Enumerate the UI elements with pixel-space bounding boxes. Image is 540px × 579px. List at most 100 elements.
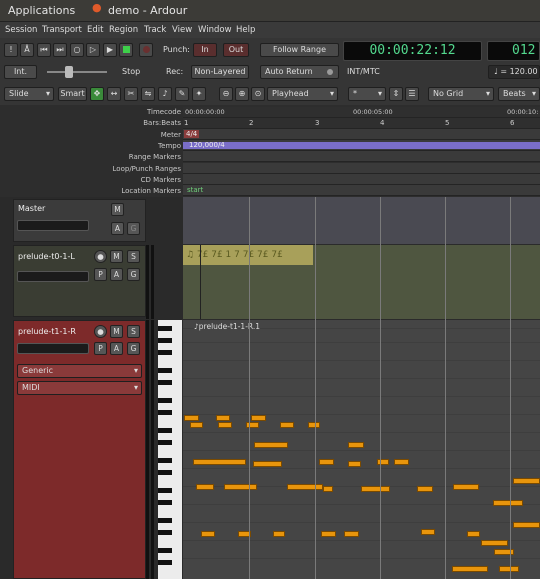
meter-ruler[interactable]: 4/4 [183,129,540,140]
start-marker[interactable]: start [187,186,203,194]
range-markers-ruler[interactable] [183,151,540,162]
bar-tick-1: 1 [184,119,189,127]
master-track-header[interactable]: Master M A G [13,199,146,242]
timecode-ruler[interactable]: 00:00:00:00 00:00:05:00 00:00:10: [183,107,540,118]
smart-mode-button[interactable]: Smart [58,87,87,101]
track-1-rec-button[interactable]: ● [94,250,107,263]
track-2-rec-button[interactable]: ● [94,325,107,338]
track-1-solo-button[interactable]: S [127,250,140,263]
applications-menu[interactable]: Applications [8,4,75,17]
location-markers-ruler[interactable]: start [183,185,540,196]
secondary-clock[interactable]: 012 [487,41,540,61]
track-2-mute-button[interactable]: M [110,325,123,338]
track-2-name[interactable]: prelude-t1-1-R [18,327,76,336]
ruler-label-loop: Loop/Punch Ranges [112,165,181,173]
follow-range-button[interactable]: Follow Range [260,43,339,57]
punch-out-button[interactable]: Out [223,43,249,57]
track-1-automation-button[interactable]: A [110,268,123,281]
track-1-gain-fader[interactable] [17,271,89,282]
close-icon[interactable]: ● [92,2,102,13]
track-2-region-name[interactable]: ♪prelude-t1-1-R.1 [194,322,260,331]
bbt-ruler[interactable]: 1 2 3 4 5 6 [183,118,540,129]
tempo-readout[interactable]: ♩ = 120.00 [488,65,540,79]
menu-edit[interactable]: Edit [87,25,103,35]
cd-markers-ruler[interactable] [183,174,540,185]
track-1-header[interactable]: prelude-t0-1-L ● M S P A G [13,245,146,317]
track-2-group-button[interactable]: G [127,342,140,355]
track-1-name[interactable]: prelude-t0-1-L [18,252,75,261]
zoom-in-icon[interactable]: ⊕ [235,87,249,101]
shuttle-slider[interactable] [47,71,107,73]
stretch-tool-icon[interactable]: ⇋ [141,87,155,101]
grid-select[interactable]: No Grid [428,87,494,101]
goto-end-icon[interactable]: ⏭ [53,43,67,57]
menu-track[interactable]: Track [144,25,166,35]
zoom-session-icon[interactable]: ⊙ [251,87,265,101]
track-2-plugin-select[interactable]: Generic [17,364,142,378]
zoom-out-icon[interactable]: ⊖ [219,87,233,101]
panic-icon[interactable]: ! [4,43,18,57]
menu-help[interactable]: Help [236,25,255,35]
bar-tick-5: 5 [445,119,450,127]
menu-transport[interactable]: Transport [42,25,82,35]
stop-icon[interactable] [119,43,133,57]
master-group-button[interactable]: G [127,222,140,235]
track-2-gain-fader[interactable] [17,343,89,354]
range-tool-icon[interactable]: ↔ [107,87,121,101]
track-1-region[interactable]: ♫ 7£ 7£ 1 7 7£ 7£ 7£ [183,245,313,265]
metronome-icon[interactable]: Å [20,43,34,57]
menu-window[interactable]: Window [198,25,232,35]
master-automation-button[interactable]: A [111,222,124,235]
draw-tool-icon[interactable]: ✎ [175,87,189,101]
play-icon[interactable]: ▶ [103,43,117,57]
bar-tick-4: 4 [380,119,385,127]
meter-marker[interactable]: 4/4 [184,130,200,138]
cut-tool-icon[interactable]: ✂ [124,87,138,101]
auto-return-button[interactable]: Auto Return [260,65,339,79]
master-mute-button[interactable]: M [111,203,124,216]
menu-region[interactable]: Region [109,25,138,35]
play-range-icon[interactable]: ▷ [86,43,100,57]
track-2-lane[interactable]: ♪prelude-t1-1-R.1 [183,320,540,579]
loop-punch-ruler[interactable] [183,163,540,174]
int-button[interactable]: Int. [4,65,37,79]
track-1-group-button[interactable]: G [127,268,140,281]
tempo-marker[interactable]: 120,000/4 [189,141,225,149]
primary-clock[interactable]: 00:00:22:12 [343,41,482,61]
menu-view[interactable]: View [172,25,192,35]
tc-tick-1: 00:00:05:00 [353,108,393,116]
track-1-meter-r [151,245,154,319]
shrink-tracks-icon[interactable]: ⇕ [389,87,403,101]
expand-tracks-icon[interactable]: ☰ [405,87,419,101]
audition-tool-icon[interactable]: ♪ [158,87,172,101]
bar-tick-6: 6 [510,119,515,127]
goto-start-icon[interactable]: ⏮ [37,43,51,57]
grab-tool-icon[interactable]: ✥ [90,87,104,101]
record-icon[interactable] [139,43,153,57]
piano-keyboard[interactable] [158,320,182,579]
master-track-name[interactable]: Master [18,204,45,213]
track-2-input-select[interactable]: MIDI [17,381,142,395]
shuttle-handle[interactable] [65,66,73,78]
snap-select[interactable]: * [348,87,386,101]
menu-session[interactable]: Session [5,25,37,35]
track-1-playlist-button[interactable]: P [94,268,107,281]
track-1-meter [146,245,149,319]
bar-line-6 [510,197,511,579]
track-2-header[interactable]: prelude-t1-1-R ● M S P A G Generic MIDI [13,320,146,579]
loop-icon[interactable]: ○ [70,43,84,57]
internal-edit-icon[interactable]: ✦ [192,87,206,101]
track-2-automation-button[interactable]: A [110,342,123,355]
track-2-playlist-button[interactable]: P [94,342,107,355]
non-layered-button[interactable]: Non-Layered [191,65,249,79]
tempo-ruler[interactable]: 120,000/4 [183,140,540,151]
track-1-mute-button[interactable]: M [110,250,123,263]
zoom-focus-select[interactable]: Playhead [267,87,338,101]
playhead-line[interactable] [200,245,201,319]
master-gain-fader[interactable] [17,220,89,231]
track-2-solo-button[interactable]: S [127,325,140,338]
punch-in-button[interactable]: In [193,43,217,57]
edit-mode-select[interactable]: Slide [4,87,54,101]
master-lane[interactable] [183,197,540,244]
grid-type-select[interactable]: Beats [498,87,540,101]
